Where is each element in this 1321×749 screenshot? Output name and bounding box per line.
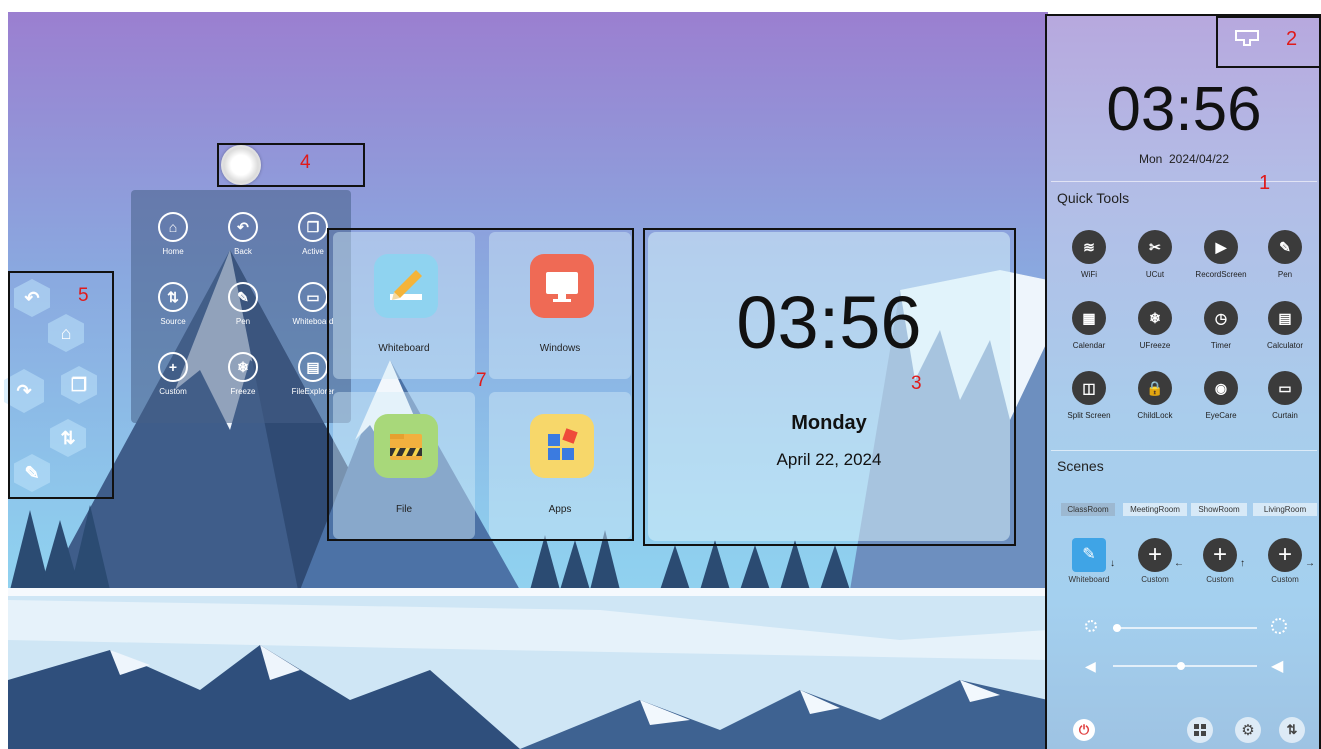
home-icon: ⌂ (158, 212, 188, 242)
float-menu-label: Custom (159, 387, 187, 396)
plus-icon: + (158, 352, 188, 382)
callout-2: 2 (1286, 28, 1298, 50)
desktop-screen: ⌂ Home ↶ Back ❐ Active ⇅ Source ✎ Pen ▭ Whiteboard +… (0, 0, 1321, 749)
source-icon: ⇅ (158, 282, 188, 312)
float-menu-item-back[interactable]: ↶ Back (208, 212, 278, 256)
callout-1: 1 (1259, 172, 1271, 194)
float-menu-item-custom[interactable]: + Custom (138, 352, 208, 396)
float-menu-item-freeze[interactable]: ❄ Freeze (208, 352, 278, 396)
float-menu-label: Home (162, 247, 184, 256)
floating-menu: ⌂ Home ↶ Back ❐ Active ⇅ Source ✎ Pen ▭ Whiteboard +… (131, 190, 351, 423)
back-icon: ↶ (228, 212, 258, 242)
annotation-box-5 (8, 271, 114, 499)
float-menu-item-home[interactable]: ⌂ Home (138, 212, 208, 256)
callout-4: 4 (300, 152, 311, 173)
callout-7: 7 (476, 370, 487, 391)
active-icon: ❐ (298, 212, 328, 242)
float-menu-item-pen[interactable]: ✎ Pen (208, 282, 278, 326)
float-menu-label: Pen (235, 317, 251, 326)
float-menu-label: Freeze (230, 387, 256, 396)
callout-3: 3 (911, 373, 922, 394)
annotation-box-1 (1045, 14, 1321, 749)
annotation-box-3 (643, 228, 1016, 546)
pen-icon: ✎ (228, 282, 258, 312)
float-menu-label: Back (234, 247, 252, 256)
annotation-box-4 (217, 143, 365, 187)
float-menu-item-source[interactable]: ⇅ Source (138, 282, 208, 326)
whiteboard-icon: ▭ (298, 282, 328, 312)
float-menu-label: Source (160, 317, 186, 326)
callout-5: 5 (78, 285, 89, 306)
file-explorer-icon: ▤ (298, 352, 328, 382)
freeze-icon: ❄ (228, 352, 258, 382)
